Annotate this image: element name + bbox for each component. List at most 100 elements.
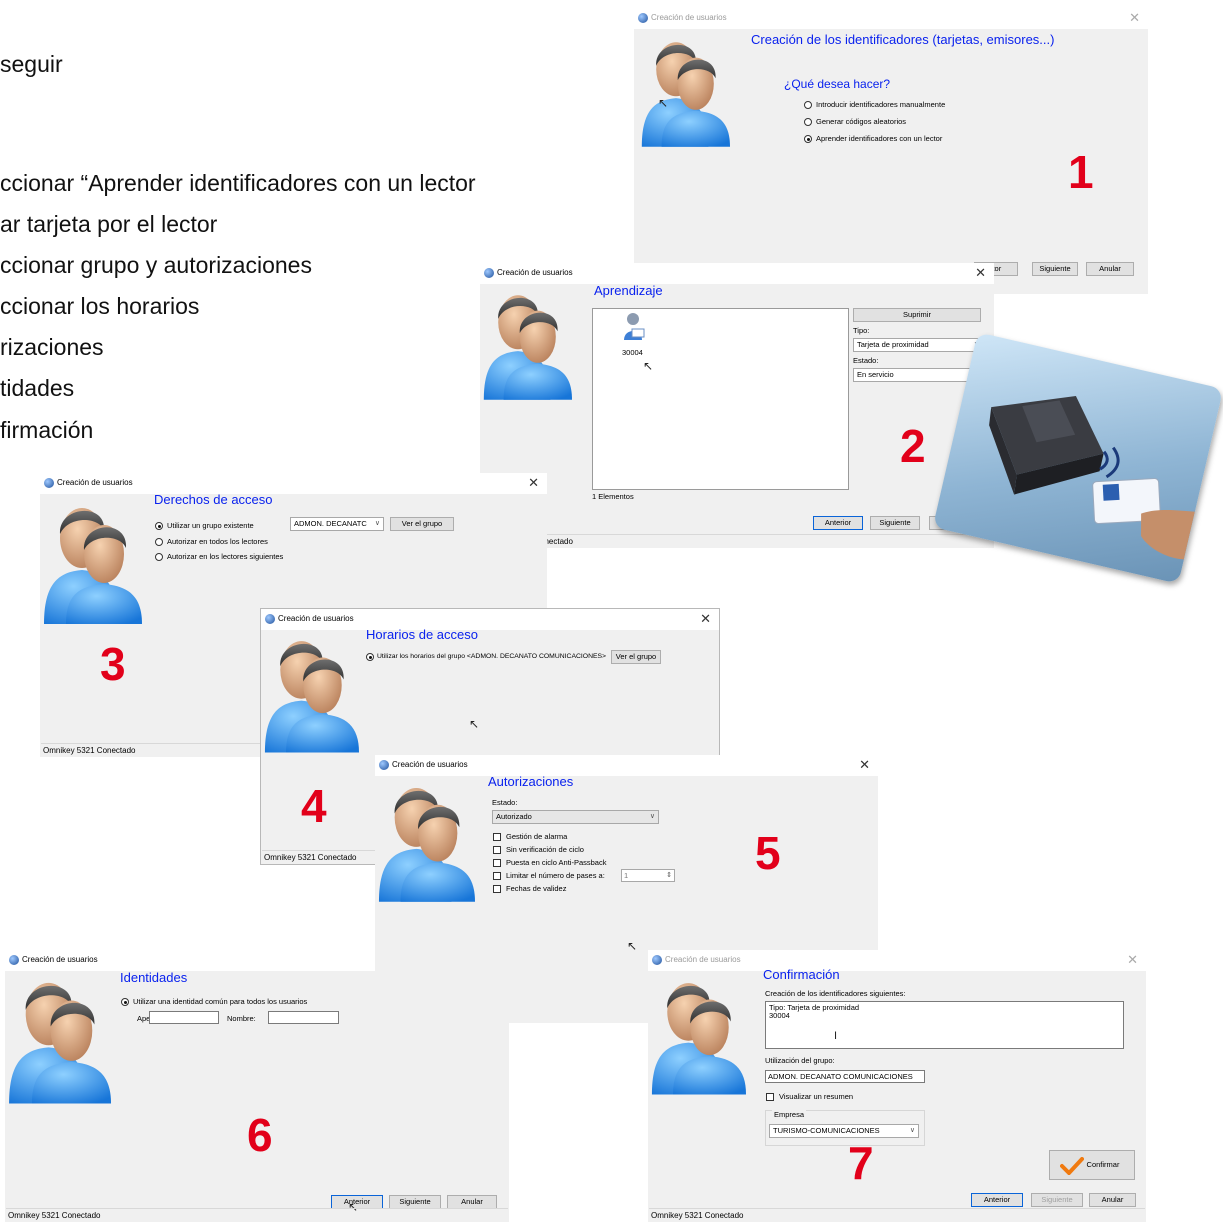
option-label: Utilizar los horarios del grupo <ADMON. … — [377, 653, 607, 660]
instruction-line: ar tarjeta por el lector — [0, 211, 218, 237]
option-radio[interactable] — [155, 538, 163, 546]
group-select[interactable]: ADMON. DECANATC ∨ — [290, 517, 384, 531]
option-radio-selected[interactable] — [804, 135, 812, 143]
close-icon[interactable]: ✕ — [1129, 10, 1140, 26]
option-label: Utilizar una identidad común para todos … — [133, 997, 308, 1006]
option-radio[interactable] — [155, 553, 163, 561]
window-title: Creación de usuarios — [392, 760, 468, 769]
name-label: Nombre: — [227, 1014, 256, 1023]
element-count: 1 Elementos — [592, 492, 634, 501]
option-radio[interactable] — [804, 118, 812, 126]
chevron-down-icon: ∨ — [649, 813, 655, 820]
option-radio-selected[interactable] — [121, 998, 129, 1006]
next-button[interactable]: Siguiente — [870, 516, 920, 530]
surname-input[interactable] — [149, 1011, 219, 1024]
close-icon[interactable]: ✕ — [975, 265, 986, 281]
step-number: 1 — [1068, 146, 1094, 198]
group-field[interactable]: ADMON. DECANATO COMUNICACIONES — [765, 1070, 925, 1083]
company-select[interactable]: TURISMO-COMUNICACIONES ∨ — [769, 1124, 919, 1138]
cancel-button[interactable]: Anular — [447, 1195, 497, 1209]
wizard-window-step-7: Creación de usuarios ✕ Confirmación Creac… — [648, 950, 1146, 1222]
option-radio-selected[interactable] — [366, 653, 374, 661]
step-heading: Aprendizaje — [594, 283, 663, 298]
no-cycle-checkbox[interactable] — [493, 846, 501, 854]
passes-value: 1 — [624, 871, 629, 880]
app-icon — [652, 955, 662, 965]
title-bar: Creación de usuarios ✕ — [375, 755, 878, 776]
state-label: Estado: — [492, 798, 518, 807]
previous-button[interactable]: Anterior — [813, 516, 863, 530]
title-bar: Creación de usuarios ✕ — [648, 950, 1146, 971]
view-group-button[interactable]: Ver el grupo — [390, 517, 454, 531]
option-radio[interactable] — [804, 101, 812, 109]
window-title: Creación de usuarios — [278, 614, 354, 623]
option-radio-selected[interactable] — [155, 522, 163, 530]
delete-button[interactable]: Suprimir — [853, 308, 981, 322]
state-select[interactable]: Autorizado ∨ — [492, 810, 659, 824]
group-usage-label: Utilización del grupo: — [765, 1056, 835, 1065]
close-icon[interactable]: ✕ — [859, 757, 870, 773]
name-input[interactable] — [268, 1011, 339, 1024]
next-button[interactable]: Siguiente — [1032, 262, 1078, 276]
user-card-icon — [624, 313, 645, 340]
cancel-button[interactable]: Anular — [1089, 1193, 1136, 1207]
company-label: Empresa — [772, 1110, 807, 1120]
alarm-checkbox[interactable] — [493, 833, 501, 841]
state-select-value: En servicio — [857, 370, 894, 379]
step-heading: Identidades — [120, 970, 188, 985]
view-group-button[interactable]: Ver el grupo — [611, 650, 661, 664]
summary-checkbox[interactable] — [766, 1093, 774, 1101]
close-icon[interactable]: ✕ — [700, 611, 711, 627]
users-icon — [482, 283, 572, 403]
step-heading: Confirmación — [763, 967, 840, 982]
text-cursor-icon: I — [834, 1030, 838, 1042]
chevron-down-icon: ∨ — [374, 520, 380, 527]
passes-stepper[interactable]: 1 ⇕ — [621, 869, 675, 882]
option-label: Generar códigos aleatorios — [816, 117, 907, 126]
checkbox-label: Sin verificación de ciclo — [506, 845, 584, 854]
previous-button[interactable]: Anterior — [971, 1193, 1023, 1207]
instruction-line: tidades — [0, 375, 75, 401]
next-button[interactable]: Siguiente — [1031, 1193, 1083, 1207]
cursor-icon: ↖ — [658, 96, 669, 110]
users-icon — [377, 775, 475, 905]
antipassback-checkbox[interactable] — [493, 859, 501, 867]
users-icon — [263, 629, 359, 755]
validity-dates-checkbox[interactable] — [493, 885, 501, 893]
step-heading: Horarios de acceso — [366, 627, 478, 642]
instruction-line: ccionar los horarios — [0, 293, 200, 319]
close-icon[interactable]: ✕ — [1127, 952, 1138, 968]
users-icon — [7, 970, 111, 1106]
checkmark-icon — [1060, 1157, 1084, 1175]
option-label: Aprender identificadores con un lector — [816, 134, 943, 143]
type-select[interactable]: Tarjeta de proximidad∨ — [853, 338, 983, 352]
step-number: 6 — [247, 1109, 273, 1161]
card-id: 30004 — [622, 348, 643, 357]
option-label: Autorizar en los lectores siguientes — [167, 552, 284, 561]
state-select-value: Autorizado — [496, 812, 532, 821]
status-bar: Omnikey 5321 Conectado — [6, 1208, 508, 1222]
state-select[interactable]: En servicio∨ — [853, 368, 983, 382]
title-bar: Creación de usuarios ✕ — [40, 473, 547, 494]
status-bar: onectado — [538, 534, 993, 548]
company-groupbox: Empresa TURISMO-COMUNICACIONES ∨ — [765, 1110, 925, 1146]
app-icon — [379, 760, 389, 770]
app-icon — [9, 955, 19, 965]
cancel-button[interactable]: Anular — [1086, 262, 1134, 276]
instruction-line: rizaciones — [0, 334, 104, 360]
step-number: 5 — [755, 827, 781, 879]
spin-arrows-icon[interactable]: ⇕ — [666, 870, 672, 881]
cursor-icon: ↖ — [469, 717, 480, 731]
step-heading: Creación de los identificadores (tarjeta… — [751, 32, 1055, 47]
close-icon[interactable]: ✕ — [528, 475, 539, 491]
limit-passes-checkbox[interactable] — [493, 872, 501, 880]
next-button[interactable]: Siguiente — [389, 1195, 441, 1209]
confirm-button[interactable]: Confirmar — [1049, 1150, 1135, 1180]
app-icon — [484, 268, 494, 278]
option-label: Utilizar un grupo existente — [167, 521, 254, 530]
identifiers-list[interactable]: 30004 ↖ — [592, 308, 849, 490]
creation-textarea[interactable]: Tipo: Tarjeta de proximidad 30004 — [765, 1001, 1124, 1049]
group-select-value: ADMON. DECANATC — [294, 519, 367, 528]
window-title: Creación de usuarios — [22, 955, 98, 964]
title-bar: Creación de usuarios ✕ — [261, 609, 719, 630]
